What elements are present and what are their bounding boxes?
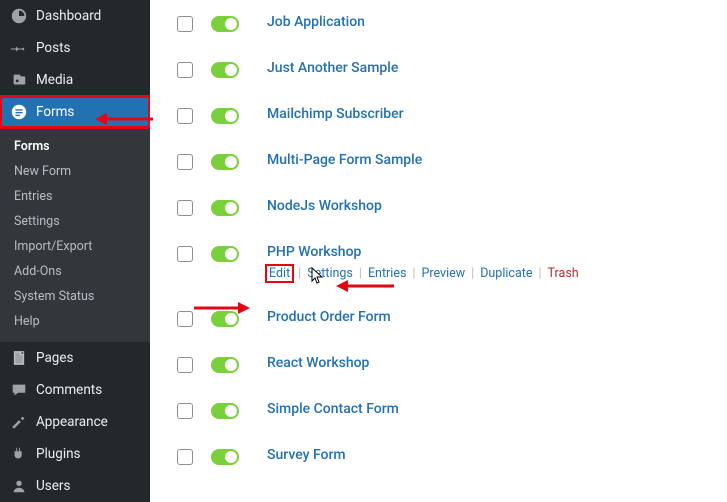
- menu-plugins[interactable]: Plugins: [0, 438, 150, 470]
- menu-dashboard[interactable]: Dashboard: [0, 0, 150, 32]
- form-title-link[interactable]: Simple Contact Form: [267, 401, 399, 417]
- app-root: Dashboard Posts Media Forms Forms New Fo…: [0, 0, 727, 502]
- admin-sidebar: Dashboard Posts Media Forms Forms New Fo…: [0, 0, 150, 502]
- form-title-link[interactable]: Just Another Sample: [267, 60, 398, 76]
- table-row: React Workshop: [160, 341, 727, 387]
- active-toggle[interactable]: [211, 16, 239, 32]
- form-title-link[interactable]: PHP Workshop: [267, 244, 361, 260]
- table-row: Mailchimp Subscriber: [160, 92, 727, 138]
- form-title-link[interactable]: Product Order Form: [267, 309, 391, 325]
- active-toggle[interactable]: [211, 449, 239, 465]
- plugins-icon: [10, 445, 28, 463]
- submenu-add-ons[interactable]: Add-Ons: [0, 259, 150, 284]
- table-row: Job Application: [160, 0, 727, 46]
- comments-icon: [10, 381, 28, 399]
- row-checkbox[interactable]: [177, 108, 193, 124]
- table-row: Product Order Form: [160, 295, 727, 341]
- pin-icon: [10, 39, 28, 57]
- row-checkbox[interactable]: [177, 62, 193, 78]
- menu-label: Appearance: [36, 414, 108, 430]
- menu-label: Media: [36, 72, 73, 88]
- table-row: Just Another Sample: [160, 46, 727, 92]
- form-title-link[interactable]: Job Application: [267, 14, 365, 30]
- table-row: Simple Contact Form: [160, 387, 727, 433]
- active-toggle[interactable]: [211, 357, 239, 373]
- action-duplicate[interactable]: Duplicate: [480, 266, 532, 281]
- menu-label: Plugins: [36, 446, 81, 462]
- row-checkbox[interactable]: [177, 357, 193, 373]
- forms-list: Job Application Just Another Sample Mail…: [150, 0, 727, 502]
- table-row-hover: PHP Workshop Edit| Settings| Entries| Pr…: [160, 230, 727, 295]
- forms-icon: [10, 103, 28, 121]
- row-checkbox[interactable]: [177, 449, 193, 465]
- active-toggle[interactable]: [211, 246, 239, 262]
- form-title-link[interactable]: NodeJs Workshop: [267, 198, 382, 214]
- submenu-help[interactable]: Help: [0, 309, 150, 334]
- row-checkbox[interactable]: [177, 311, 193, 327]
- row-checkbox[interactable]: [177, 154, 193, 170]
- menu-media[interactable]: Media: [0, 64, 150, 96]
- table-row: NodeJs Workshop: [160, 184, 727, 230]
- form-title-link[interactable]: Multi-Page Form Sample: [267, 152, 422, 168]
- action-preview[interactable]: Preview: [421, 266, 465, 281]
- menu-appearance[interactable]: Appearance: [0, 406, 150, 438]
- row-checkbox[interactable]: [177, 403, 193, 419]
- dashboard-icon: [10, 7, 28, 25]
- menu-pages[interactable]: Pages: [0, 342, 150, 374]
- submenu-settings[interactable]: Settings: [0, 209, 150, 234]
- appearance-icon: [10, 413, 28, 431]
- menu-comments[interactable]: Comments: [0, 374, 150, 406]
- menu-forms[interactable]: Forms: [0, 96, 150, 128]
- submenu-import-export[interactable]: Import/Export: [0, 234, 150, 259]
- active-toggle[interactable]: [211, 200, 239, 216]
- pages-icon: [10, 349, 28, 367]
- active-toggle[interactable]: [211, 154, 239, 170]
- action-entries[interactable]: Entries: [368, 266, 406, 281]
- action-trash[interactable]: Trash: [548, 266, 579, 281]
- menu-label: Posts: [36, 40, 70, 56]
- submenu-entries[interactable]: Entries: [0, 184, 150, 209]
- row-checkbox[interactable]: [177, 246, 193, 262]
- menu-posts[interactable]: Posts: [0, 32, 150, 64]
- form-title-link[interactable]: React Workshop: [267, 355, 369, 371]
- active-toggle[interactable]: [211, 311, 239, 327]
- menu-label: Users: [36, 478, 70, 494]
- row-checkbox[interactable]: [177, 200, 193, 216]
- menu-label: Comments: [36, 382, 102, 398]
- form-title-link[interactable]: Survey Form: [267, 447, 346, 463]
- active-toggle[interactable]: [211, 62, 239, 78]
- row-actions: Edit| Settings| Entries| Preview| Duplic…: [267, 266, 579, 281]
- active-toggle[interactable]: [211, 403, 239, 419]
- menu-label: Dashboard: [36, 8, 101, 24]
- users-icon: [10, 477, 28, 495]
- row-checkbox[interactable]: [177, 16, 193, 32]
- forms-submenu: Forms New Form Entries Settings Import/E…: [0, 128, 150, 342]
- active-toggle[interactable]: [211, 108, 239, 124]
- form-title-link[interactable]: Mailchimp Subscriber: [267, 106, 404, 122]
- menu-label: Pages: [36, 350, 74, 366]
- submenu-system-status[interactable]: System Status: [0, 284, 150, 309]
- media-icon: [10, 71, 28, 89]
- submenu-new-form[interactable]: New Form: [0, 159, 150, 184]
- table-row: Survey Form: [160, 433, 727, 479]
- action-settings[interactable]: Settings: [307, 266, 353, 281]
- menu-users[interactable]: Users: [0, 470, 150, 502]
- action-edit[interactable]: Edit: [267, 266, 292, 281]
- menu-label: Forms: [36, 104, 74, 120]
- table-row: Multi-Page Form Sample: [160, 138, 727, 184]
- submenu-forms[interactable]: Forms: [0, 134, 150, 159]
